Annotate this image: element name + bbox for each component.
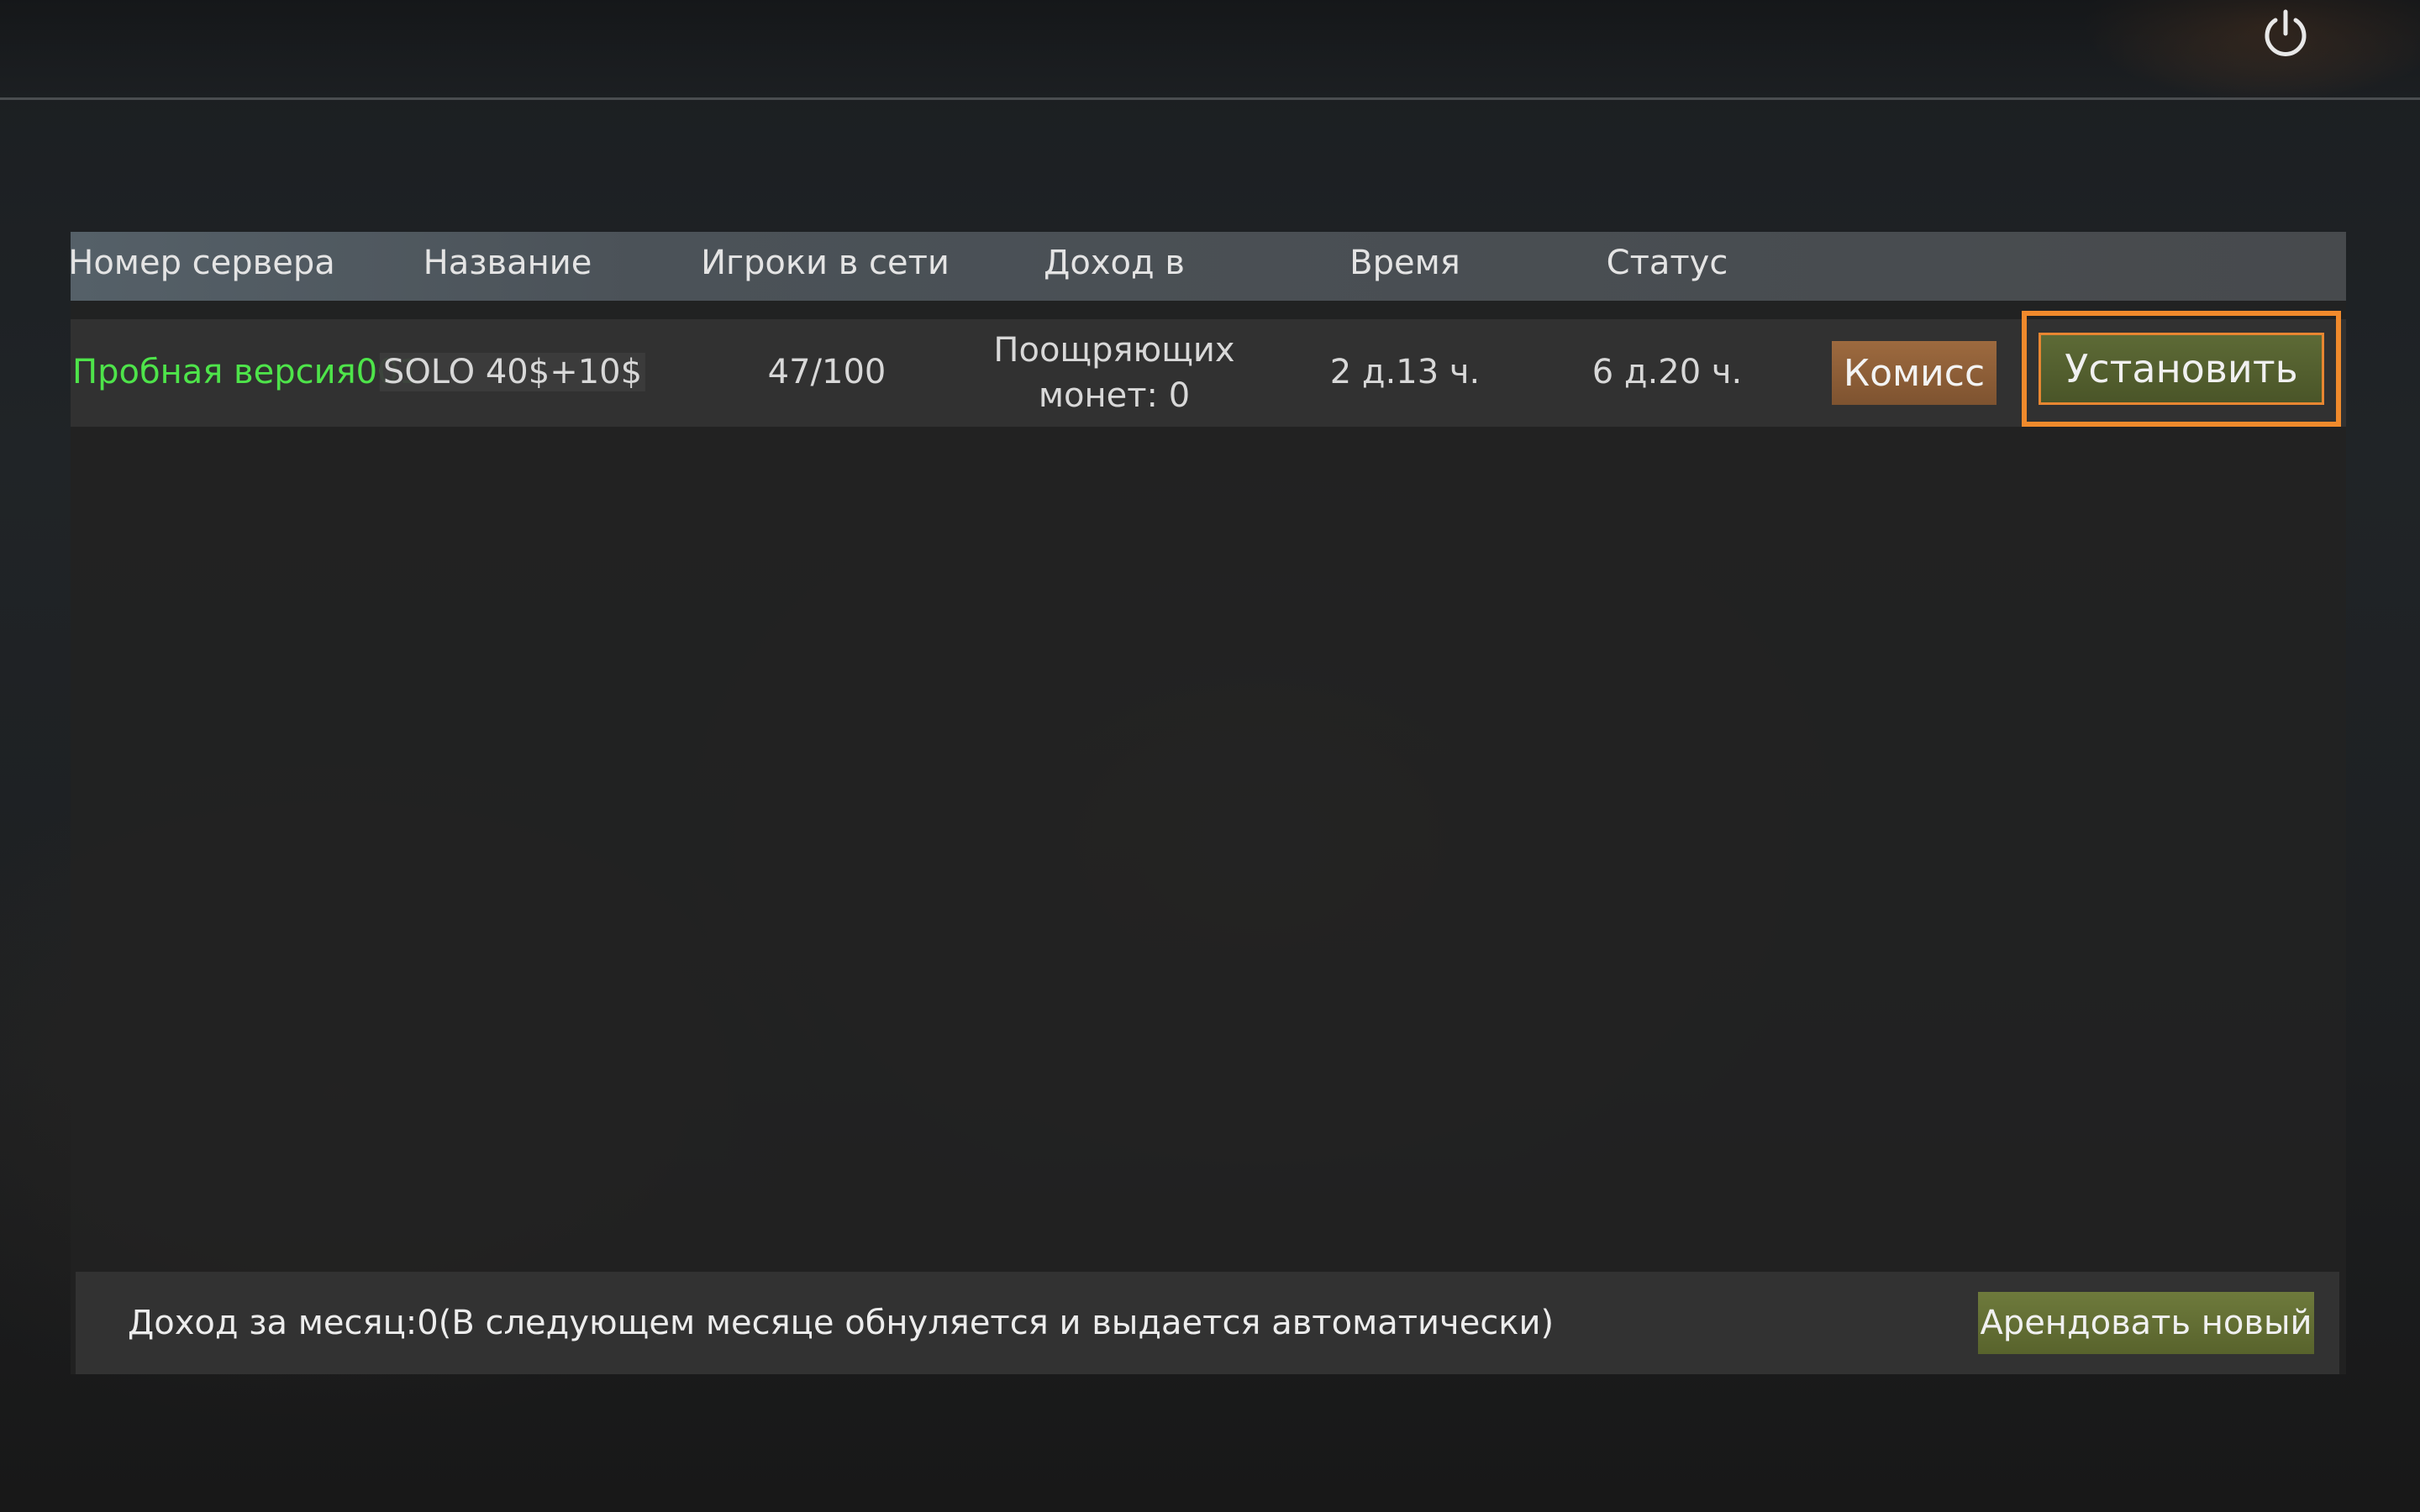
players-online-cell: 47/100 xyxy=(767,353,886,391)
footer-bar: Доход за месяц:0(В следующем месяце обну… xyxy=(76,1272,2339,1374)
commission-button[interactable]: Комисс xyxy=(1832,341,1996,405)
monthly-income-text: Доход за месяц:0(В следующем месяце обну… xyxy=(128,1304,1555,1342)
header-income: Доход в xyxy=(1044,244,1185,282)
header-time: Время xyxy=(1349,244,1460,282)
income-cell: Поощряющих монет: 0 xyxy=(993,331,1235,415)
server-number-cell: Пробная версия001 xyxy=(72,353,421,391)
table-row[interactable]: Пробная версия001 SOLO 40$+10$ 47/100 По… xyxy=(71,311,2346,427)
server-list-panel: Номер сервера Название Игроки в сети Дох… xyxy=(68,232,2346,1374)
power-icon xyxy=(2265,9,2307,56)
install-button[interactable]: Установить xyxy=(2039,333,2324,405)
time-cell: 2 д.13 ч. xyxy=(1329,353,1481,391)
header-server-number: Номер сервера xyxy=(68,244,335,282)
server-name-cell: SOLO 40$+10$ xyxy=(379,353,646,391)
header-name: Название xyxy=(423,244,592,282)
header-status: Статус xyxy=(1606,244,1728,282)
header-players-online: Игроки в сети xyxy=(701,244,950,282)
top-bar xyxy=(0,0,2420,100)
rent-new-button[interactable]: Арендовать новый xyxy=(1978,1292,2314,1354)
status-cell: 6 д.20 ч. xyxy=(1591,353,1743,391)
install-button-highlight: Установить xyxy=(2022,311,2341,427)
table-header: Номер сервера Название Игроки в сети Дох… xyxy=(68,232,2346,301)
power-button[interactable] xyxy=(2252,0,2319,67)
